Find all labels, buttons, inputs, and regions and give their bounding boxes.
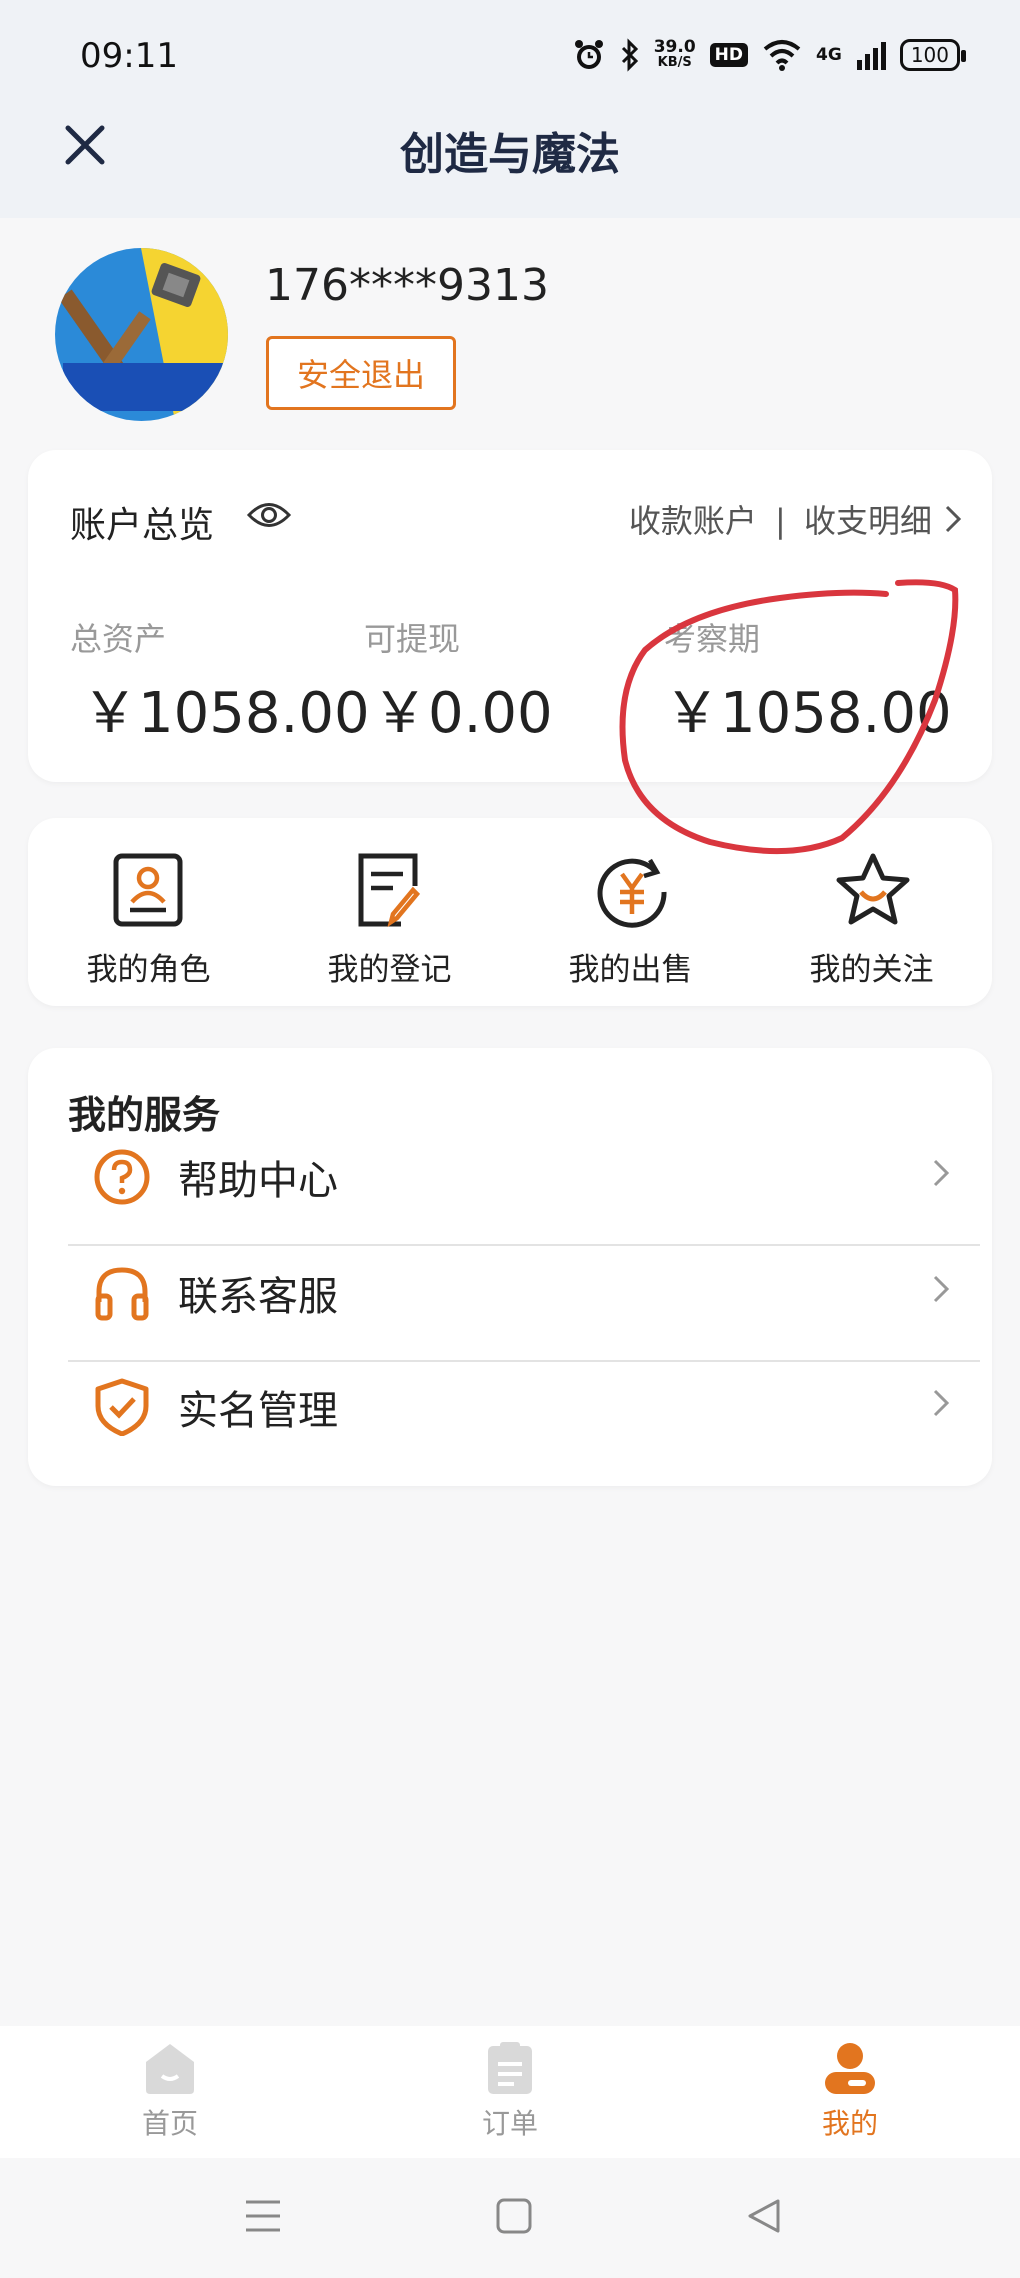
menu-icon[interactable] bbox=[244, 2198, 282, 2234]
withdrawable-value: ￥0.00 bbox=[372, 681, 553, 746]
alarm-icon bbox=[574, 40, 603, 69]
home-square-icon[interactable] bbox=[496, 2198, 532, 2234]
register-edit-icon bbox=[358, 853, 421, 928]
shortcuts-card: 我的角色 我的登记 我的出售 我的关注 bbox=[28, 818, 992, 1006]
home-icon bbox=[146, 2044, 194, 2094]
bottom-nav: 首页 订单 我的 bbox=[0, 2026, 1020, 2158]
review-period-label: 考察期 bbox=[664, 620, 761, 658]
status-time: 09:11 bbox=[80, 36, 178, 76]
service-label: 联系客服 bbox=[178, 1274, 338, 1320]
total-assets-value: ￥1058.00 bbox=[82, 681, 370, 746]
account-phone: 176****9313 bbox=[265, 260, 549, 311]
total-assets-label: 总资产 bbox=[70, 620, 167, 658]
nav-orders[interactable]: 订单 bbox=[410, 2040, 610, 2150]
shortcut-label: 我的登记 bbox=[327, 952, 452, 988]
speed-unit: KB/S bbox=[657, 55, 692, 70]
chevron-right-icon bbox=[933, 1159, 950, 1187]
real-name-management-row[interactable]: 实名管理 bbox=[68, 1350, 980, 1464]
account-overview-card: 账户总览 收款账户 | 收支明细 总资产 ￥1058.00 可提现 ￥0.00 … bbox=[28, 450, 992, 782]
question-icon bbox=[94, 1149, 150, 1205]
status-icons: 39.0 KB/S HD 4G 100 bbox=[572, 38, 967, 72]
shield-check-icon bbox=[95, 1378, 149, 1436]
account-links: 收款账户 | 收支明细 bbox=[629, 496, 932, 542]
shortcut-my-sales[interactable]: 我的出售 bbox=[510, 818, 751, 1006]
shortcut-label: 我的关注 bbox=[809, 952, 934, 988]
shortcut-label: 我的出售 bbox=[568, 952, 693, 988]
yuan-sale-icon bbox=[597, 858, 667, 928]
network-speed: 39.0 KB/S bbox=[654, 39, 696, 71]
chevron-right-icon bbox=[933, 1389, 950, 1417]
network-type: 4G bbox=[816, 45, 842, 65]
battery-indicator: 100 bbox=[899, 39, 967, 71]
service-label: 帮助中心 bbox=[178, 1158, 338, 1204]
game-logo-image bbox=[55, 248, 228, 421]
nav-home[interactable]: 首页 bbox=[70, 2040, 270, 2150]
shortcut-my-follows[interactable]: 我的关注 bbox=[751, 818, 992, 1006]
logout-button[interactable]: 安全退出 bbox=[266, 336, 456, 410]
headset-icon bbox=[95, 1267, 149, 1321]
shortcut-my-roles[interactable]: 我的角色 bbox=[28, 818, 269, 1006]
top-bar: 09:11 39.0 KB/S HD 4G 100 创造与魔法 bbox=[0, 0, 1020, 218]
nav-label: 订单 bbox=[481, 2107, 538, 2140]
service-label: 实名管理 bbox=[178, 1388, 338, 1434]
back-triangle-icon[interactable] bbox=[746, 2198, 782, 2234]
review-period-value: ￥1058.00 bbox=[664, 681, 952, 746]
eye-icon[interactable] bbox=[246, 498, 292, 532]
chevron-right-icon bbox=[933, 1275, 950, 1303]
shortcut-my-registrations[interactable]: 我的登记 bbox=[269, 818, 510, 1006]
withdrawable-label: 可提现 bbox=[364, 620, 461, 658]
account-overview-title: 账户总览 bbox=[70, 505, 215, 546]
bluetooth-icon bbox=[621, 38, 638, 72]
nav-label: 我的 bbox=[821, 2107, 878, 2140]
system-nav-bar bbox=[0, 2158, 1020, 2278]
hd-badge: HD bbox=[709, 43, 749, 67]
star-icon bbox=[836, 853, 910, 925]
wifi-icon bbox=[763, 40, 801, 71]
signal-icon bbox=[856, 42, 886, 70]
help-center-row[interactable]: 帮助中心 bbox=[68, 1120, 980, 1234]
contact-support-row[interactable]: 联系客服 bbox=[68, 1236, 980, 1350]
services-card: 我的服务 帮助中心 联系客服 实名管理 bbox=[28, 1048, 992, 1486]
nav-mine[interactable]: 我的 bbox=[750, 2040, 950, 2150]
chevron-right-icon[interactable] bbox=[944, 504, 962, 534]
role-card-icon bbox=[113, 853, 183, 927]
receive-account-link[interactable]: 收款账户 bbox=[629, 502, 757, 540]
user-icon bbox=[825, 2043, 875, 2094]
transaction-details-link[interactable]: 收支明细 bbox=[804, 502, 932, 540]
page-title: 创造与魔法 bbox=[400, 129, 620, 180]
nav-label: 首页 bbox=[141, 2107, 198, 2140]
order-icon bbox=[488, 2042, 532, 2094]
avatar bbox=[55, 248, 228, 421]
shortcut-label: 我的角色 bbox=[86, 952, 211, 988]
speed-value: 39.0 bbox=[653, 37, 696, 57]
link-separator: | bbox=[775, 502, 786, 540]
